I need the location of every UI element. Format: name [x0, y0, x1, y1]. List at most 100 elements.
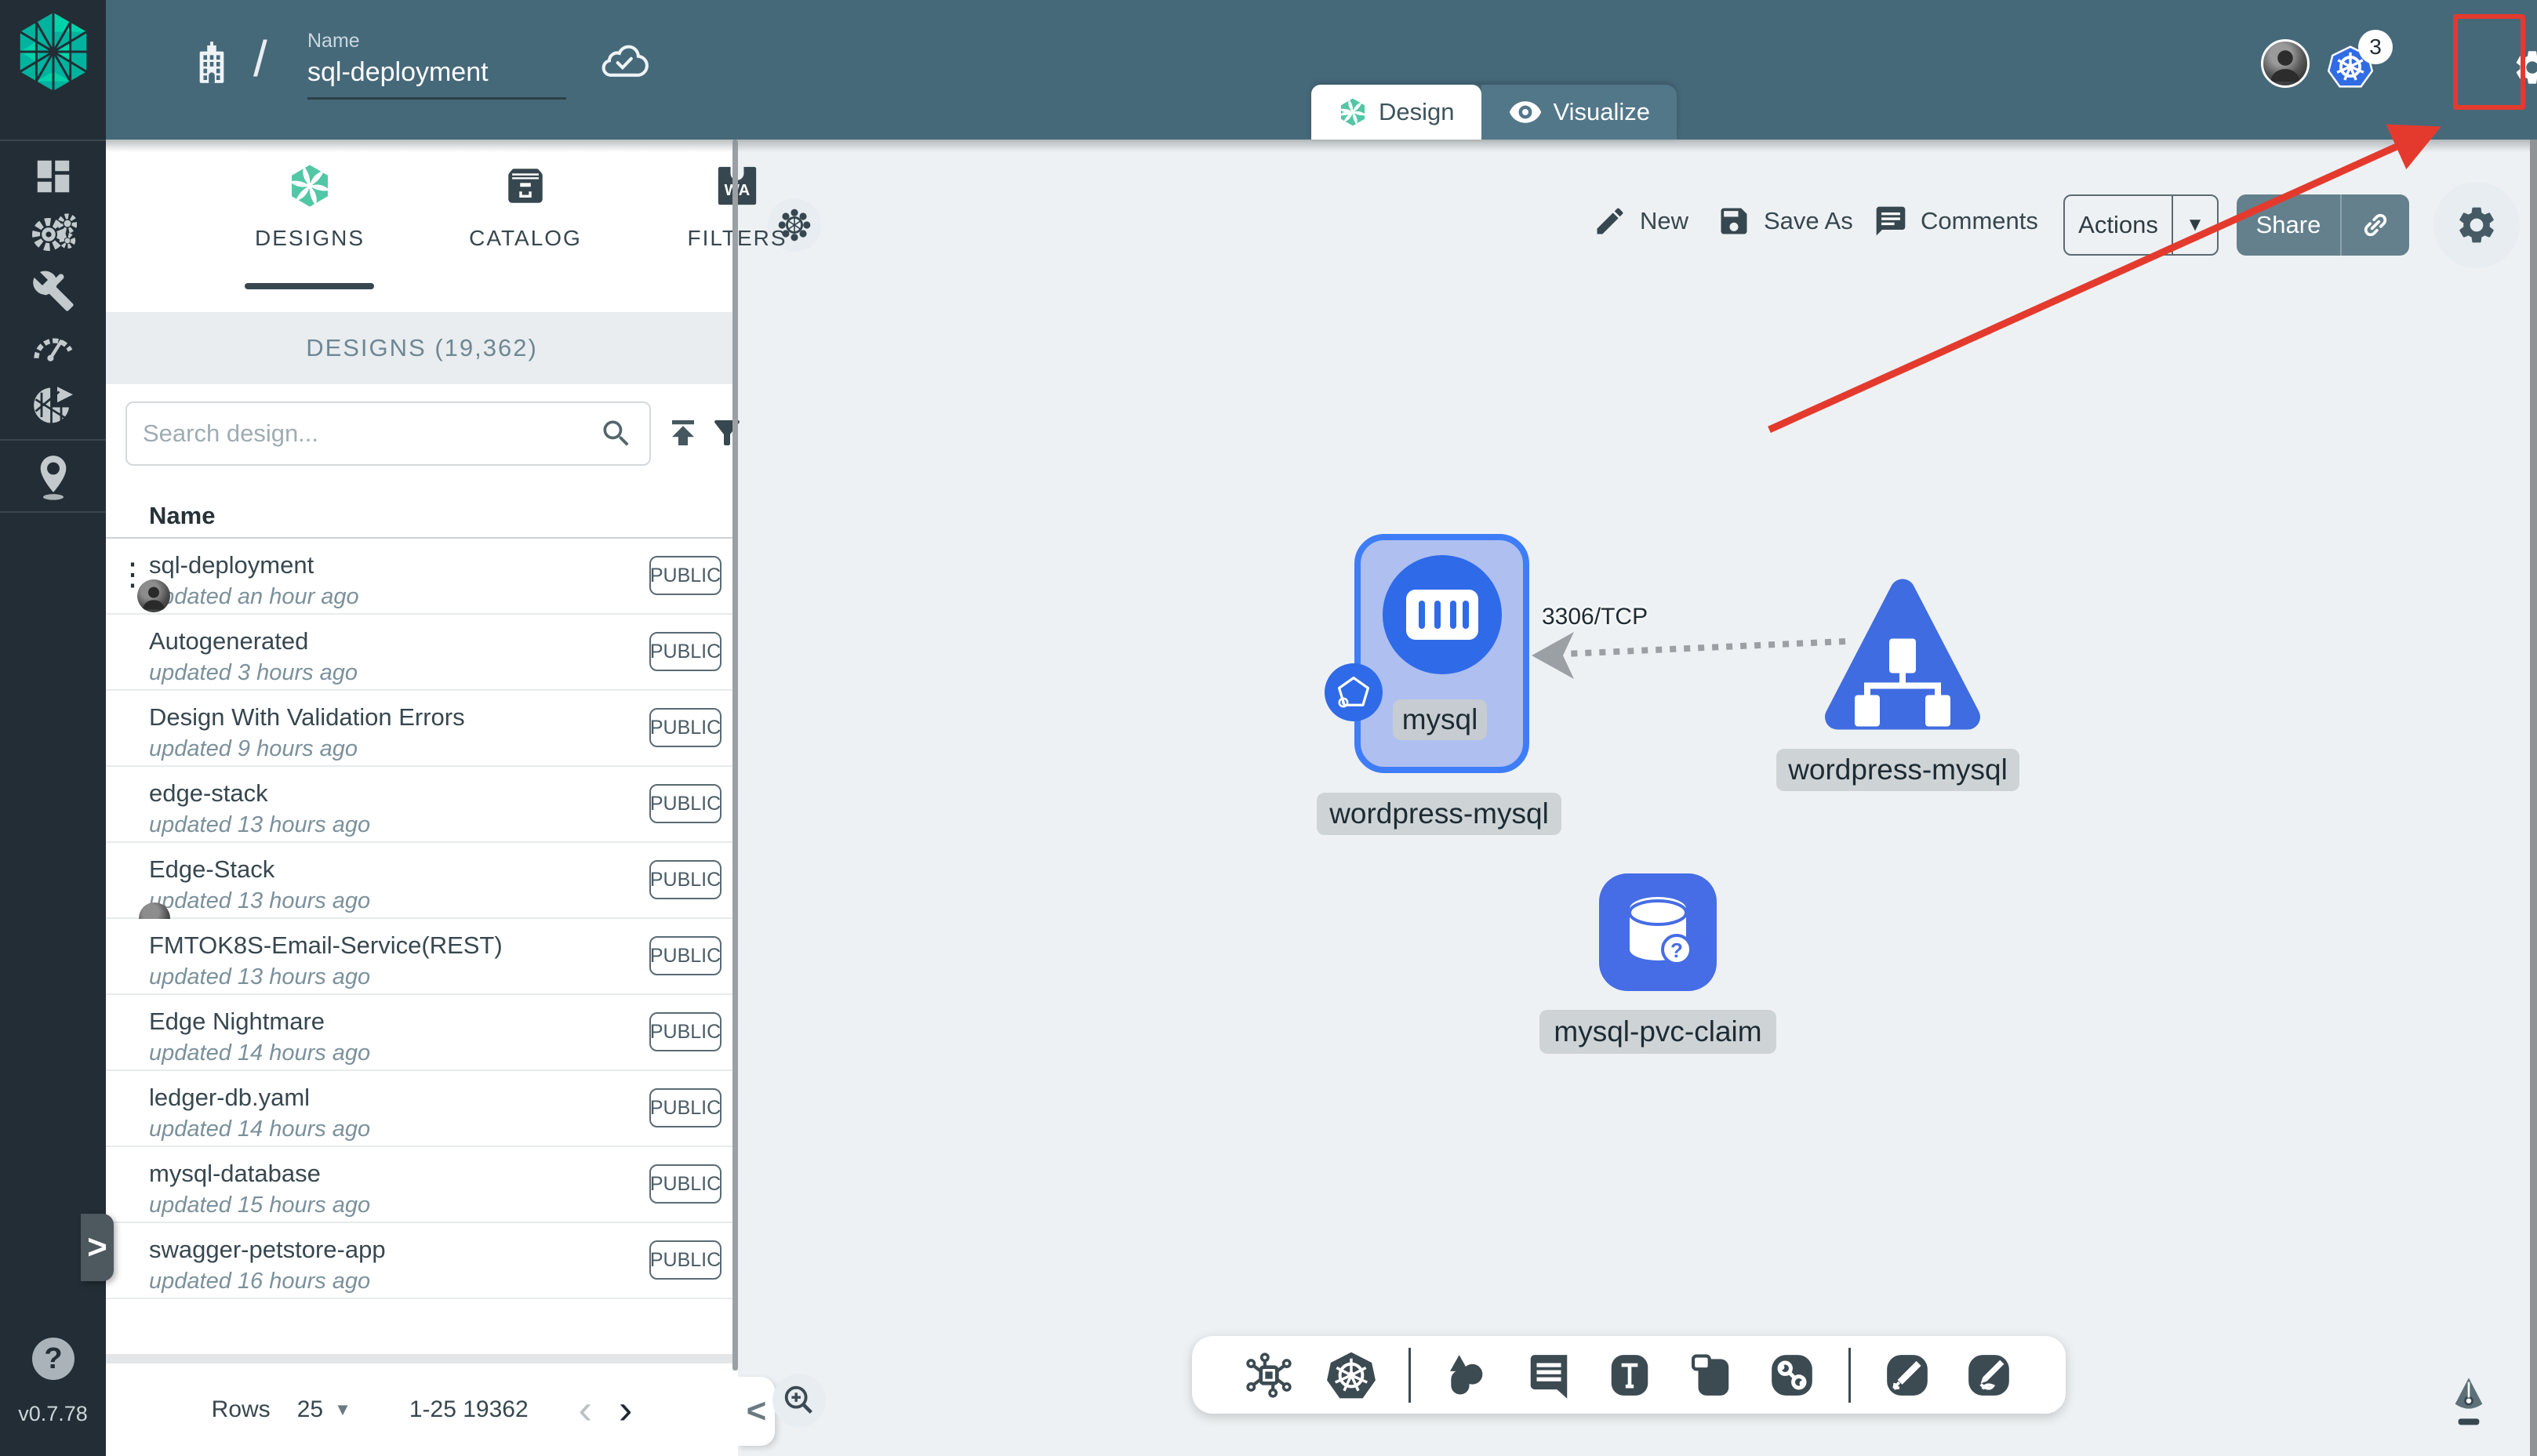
design-owner-avatar [137, 579, 170, 612]
panel-tab-catalog-label: CATALOG [469, 226, 582, 250]
meshery-logo-icon[interactable] [16, 11, 90, 93]
container-circle[interactable] [1383, 555, 1502, 674]
next-page-button[interactable]: › [619, 1389, 632, 1430]
panel-scrollbar[interactable] [732, 140, 738, 1371]
actions-split-button[interactable]: Actions ▼ [2063, 194, 2219, 256]
node-pvc-mysql-pvc-claim[interactable]: ? [1599, 873, 1717, 991]
persistent-volume-icon: ? [1628, 897, 1692, 965]
chain-link-icon [1771, 1354, 1812, 1396]
tool-shapes[interactable] [1443, 1351, 1492, 1400]
help-button[interactable]: ? [32, 1338, 75, 1380]
panel-tab-designs[interactable]: DESIGNS [212, 163, 408, 251]
tool-notes[interactable] [1525, 1351, 1573, 1400]
design-row[interactable]: Edge Nightmare updated 14 hours ago PUBL… [106, 995, 738, 1071]
filter-designs-button[interactable] [708, 414, 746, 456]
sidebar-item-extensions[interactable] [0, 378, 106, 433]
tool-components[interactable] [1245, 1351, 1293, 1400]
design-row[interactable]: Autogenerated updated 3 hours ago PUBLIC [106, 615, 738, 691]
comments-button[interactable]: Comments [1874, 204, 2038, 238]
share-split-button[interactable]: Share [2237, 194, 2409, 256]
visibility-badge: PUBLIC [649, 1240, 721, 1280]
design-updated: updated 16 hours ago [149, 1269, 371, 1294]
funnel-icon [714, 420, 740, 445]
pod-group-label: wordpress-mysql [1317, 793, 1561, 835]
cloud-saved-icon [600, 41, 649, 82]
new-design-button[interactable]: New [1593, 204, 1688, 238]
visibility-badge: PUBLIC [649, 1012, 721, 1051]
design-row[interactable]: Edge-Stack updated 13 hours ago PUBLIC [106, 843, 738, 919]
user-avatar[interactable] [2261, 39, 2310, 88]
design-search[interactable] [125, 401, 651, 466]
rows-label: Rows [211, 1396, 271, 1422]
design-row[interactable]: FMTOK8S-Email-Service(REST) updated 13 h… [106, 919, 738, 995]
visibility-badge: PUBLIC [649, 860, 721, 899]
save-icon [1721, 208, 1747, 234]
tab-design-label: Design [1379, 98, 1455, 125]
tab-design[interactable]: Design [1311, 85, 1481, 140]
sidebar-expand-handle[interactable]: > [81, 1214, 114, 1281]
tool-arrow-pen[interactable] [1883, 1351, 1932, 1400]
search-icon[interactable] [599, 416, 634, 451]
kubernetes-context-count-badge: 3 [2358, 30, 2393, 64]
design-name: edge-stack [149, 779, 268, 807]
organization-icon[interactable] [194, 39, 230, 89]
pod-badge [1325, 663, 1383, 721]
node-service-wordpress-mysql[interactable] [1820, 579, 1985, 739]
active-tab-underline [245, 283, 374, 289]
container-icon [1406, 590, 1478, 640]
design-row[interactable]: edge-stack updated 13 hours ago PUBLIC [106, 767, 738, 843]
visibility-badge: PUBLIC [649, 632, 721, 671]
copy-link-button[interactable] [2342, 209, 2409, 241]
previous-page-button[interactable]: ‹ [579, 1389, 592, 1430]
help-icon: ? [44, 1342, 63, 1375]
search-input[interactable] [143, 419, 599, 448]
sidebar-item-kanvas[interactable] [0, 448, 106, 505]
rows-per-page-value: 25 [296, 1396, 324, 1422]
panel-tab-catalog[interactable]: CATALOG [427, 163, 623, 251]
tab-visualize-label: Visualize [1553, 98, 1651, 125]
design-name-underline [307, 97, 566, 100]
design-row[interactable]: ⋮ sql-deployment updated an hour ago PUB… [106, 539, 738, 615]
publish-design-button[interactable] [664, 414, 702, 456]
tool-kubernetes[interactable] [1326, 1350, 1376, 1400]
design-row[interactable]: mysql-database updated 15 hours ago PUBL… [106, 1147, 738, 1223]
panel-collapse-handle[interactable]: < [738, 1377, 775, 1446]
dock-pen-button[interactable] [2417, 1350, 2521, 1454]
tool-link[interactable] [1768, 1351, 1816, 1400]
design-updated: updated 3 hours ago [149, 660, 358, 685]
designs-panel: DESIGNS CATALOG WA FILTERS DESIGNS (19,3… [106, 140, 786, 1456]
design-row[interactable]: swagger-petstore-app updated 16 hours ag… [106, 1223, 738, 1299]
svg-text:?: ? [1670, 939, 1683, 962]
save-as-label: Save As [1764, 207, 1853, 234]
tools-icon [32, 271, 74, 311]
tab-visualize[interactable]: Visualize [1481, 85, 1677, 140]
design-name: Autogenerated [149, 627, 309, 655]
design-updated: updated 15 hours ago [149, 1193, 371, 1218]
visibility-badge: PUBLIC [649, 1088, 721, 1127]
sidebar-item-lifecycle[interactable] [0, 207, 106, 259]
visibility-badge: PUBLIC [649, 784, 721, 823]
breadcrumb-slash: / [253, 31, 267, 87]
page-scrollbar[interactable] [2530, 140, 2537, 1456]
design-row[interactable]: Design With Validation Errors updated 9 … [106, 691, 738, 767]
copy-icon [1692, 1353, 1729, 1396]
tool-text[interactable] [1605, 1351, 1654, 1400]
rows-per-page-select[interactable]: 25 ▼ [297, 1396, 351, 1423]
tool-freehand-draw[interactable] [1965, 1351, 2013, 1400]
sidebar-item-configuration[interactable] [0, 265, 106, 317]
design-row[interactable]: ledger-db.yaml updated 14 hours ago PUBL… [106, 1071, 738, 1147]
sidebar-item-performance[interactable] [0, 320, 106, 370]
zoom-in-button[interactable] [772, 1374, 826, 1427]
design-name-value[interactable]: sql-deployment [307, 57, 566, 88]
edge-layer [1532, 632, 1846, 679]
actions-caret-icon[interactable]: ▼ [2173, 214, 2217, 236]
canvas-settings-button[interactable] [2433, 182, 2520, 268]
sidebar-item-dashboard[interactable] [0, 151, 106, 202]
save-as-button[interactable]: Save As [1717, 204, 1853, 238]
design-name-field[interactable]: Name sql-deployment [307, 30, 566, 100]
design-canvas[interactable]: New Save As Comments Actions ▼ Share 330… [738, 140, 2530, 1456]
design-name: Edge Nightmare [149, 1008, 325, 1035]
text-tool-icon [1611, 1354, 1648, 1396]
tool-copy[interactable] [1686, 1351, 1735, 1400]
design-swirl-icon [1339, 98, 1366, 126]
